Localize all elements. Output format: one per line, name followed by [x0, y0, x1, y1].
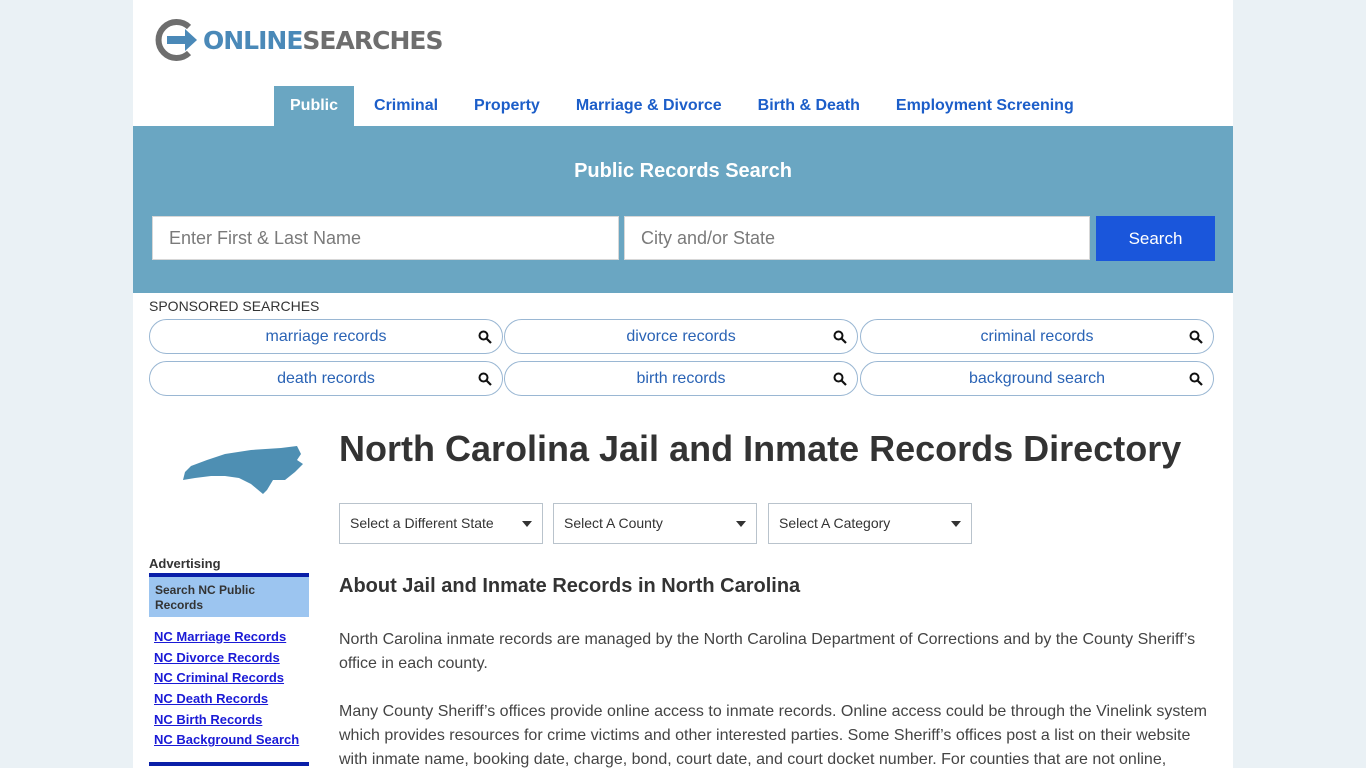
sponsored-background-search[interactable]: background search [860, 361, 1214, 396]
sponsored-criminal-records[interactable]: criminal records [860, 319, 1214, 354]
sponsored-label: criminal records [980, 328, 1094, 345]
category-select[interactable]: Select A Category [768, 503, 972, 544]
nav-public[interactable]: Public [274, 86, 355, 126]
logo-text-online: ONLINE [203, 25, 303, 55]
chevron-down-icon [951, 521, 961, 527]
search-icon [478, 372, 492, 386]
logo-text: ONLINESEARCHES [203, 25, 443, 55]
search-title: Public Records Search [574, 160, 792, 182]
sponsored-label: divorce records [626, 328, 736, 345]
nav-birth-death[interactable]: Birth & Death [742, 86, 876, 126]
search-icon [1189, 330, 1203, 344]
nav-employment-screening[interactable]: Employment Screening [880, 86, 1090, 126]
name-input[interactable] [152, 216, 619, 260]
sponsored-label: death records [277, 370, 375, 387]
county-select[interactable]: Select A County [553, 503, 757, 544]
category-select-value: Select A Category [779, 515, 891, 531]
sponsored-divorce-records[interactable]: divorce records [504, 319, 858, 354]
sidebar-link-death[interactable]: NC Death Records [154, 690, 299, 711]
search-button[interactable]: Search [1096, 216, 1215, 261]
sidebar-link-criminal[interactable]: NC Criminal Records [154, 669, 299, 690]
search-nc-records-box: Search NC Public Records [149, 573, 309, 617]
sponsored-marriage-records[interactable]: marriage records [149, 319, 503, 354]
sponsored-label: marriage records [265, 328, 387, 345]
nav-criminal[interactable]: Criminal [358, 86, 454, 126]
search-icon [1189, 372, 1203, 386]
sponsored-death-records[interactable]: death records [149, 361, 503, 396]
city-state-input[interactable] [624, 216, 1090, 260]
sidebar-divider [149, 762, 309, 766]
sponsored-searches-label: SPONSORED SEARCHES [149, 298, 320, 314]
state-select-value: Select a Different State [350, 515, 494, 531]
sidebar-link-background[interactable]: NC Background Search [154, 731, 299, 752]
main-nav: Public Criminal Property Marriage & Divo… [274, 86, 1094, 126]
sponsored-birth-records[interactable]: birth records [504, 361, 858, 396]
page-container: ONLINESEARCHES Public Criminal Property … [133, 0, 1233, 768]
sidebar-link-marriage[interactable]: NC Marriage Records [154, 628, 299, 649]
search-icon [833, 330, 847, 344]
search-banner: Public Records Search Search [133, 126, 1233, 293]
sponsored-label: birth records [636, 370, 726, 387]
section-heading: About Jail and Inmate Records in North C… [339, 575, 801, 597]
chevron-down-icon [736, 521, 746, 527]
sidebar-link-divorce[interactable]: NC Divorce Records [154, 649, 299, 670]
search-icon [478, 330, 492, 344]
logo-arrow-icon [155, 19, 197, 61]
advertising-label: Advertising [149, 556, 221, 571]
search-icon [833, 372, 847, 386]
logo-text-searches: SEARCHES [302, 25, 443, 55]
site-logo[interactable]: ONLINESEARCHES [153, 18, 443, 62]
page-title: North Carolina Jail and Inmate Records D… [339, 428, 1182, 469]
north-carolina-map-icon [183, 446, 303, 494]
sidebar-links: NC Marriage Records NC Divorce Records N… [154, 628, 299, 752]
sidebar-link-birth[interactable]: NC Birth Records [154, 711, 299, 732]
paragraph-online-access: Many County Sheriff’s offices provide on… [339, 703, 1208, 768]
county-select-value: Select A County [564, 515, 663, 531]
sponsored-label: background search [968, 370, 1106, 387]
paragraph-intro: North Carolina inmate records are manage… [339, 631, 1196, 672]
nav-property[interactable]: Property [458, 86, 556, 126]
state-select[interactable]: Select a Different State [339, 503, 543, 544]
chevron-down-icon [522, 521, 532, 527]
nav-marriage-divorce[interactable]: Marriage & Divorce [560, 86, 738, 126]
